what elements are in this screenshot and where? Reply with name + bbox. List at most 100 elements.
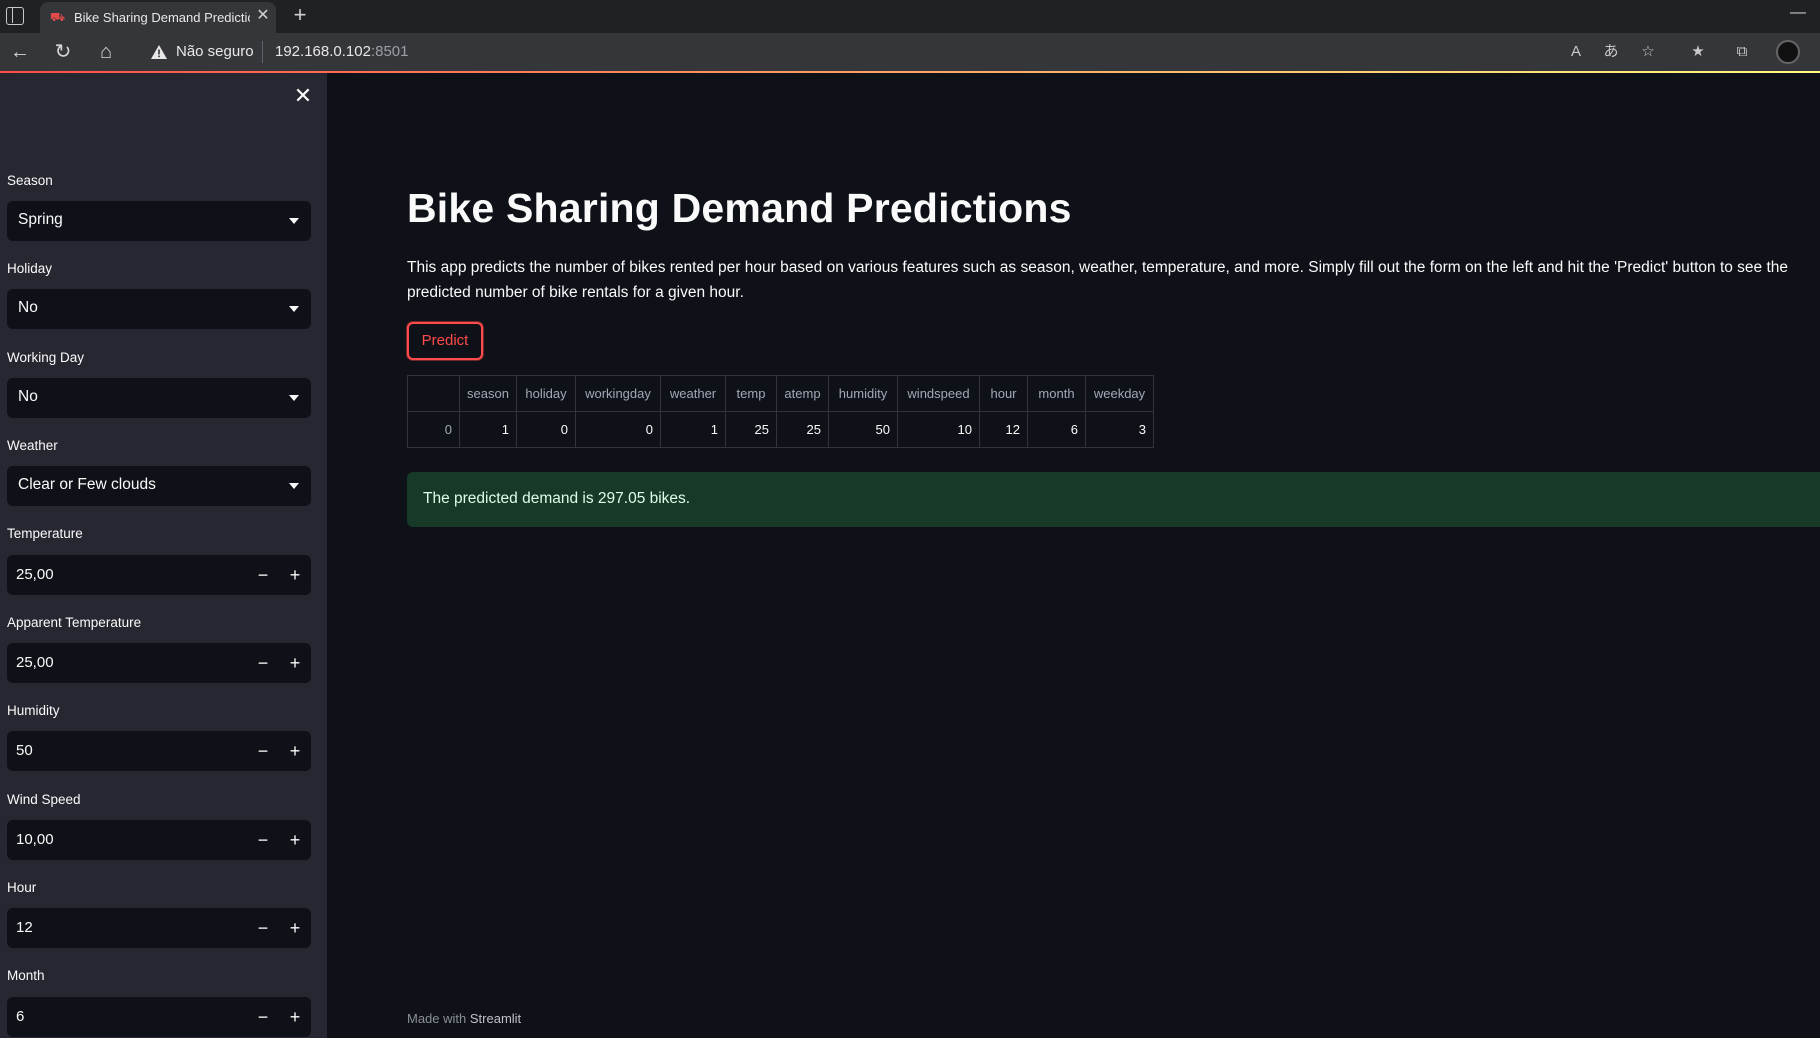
chevron-down-icon (289, 395, 299, 401)
page-title: Bike Sharing Demand Predictions (407, 185, 1072, 231)
month-input[interactable]: 6 − + (7, 997, 311, 1037)
column-header[interactable]: humidity (828, 375, 898, 412)
increment-icon[interactable]: + (279, 555, 311, 595)
address-bar: ← ↻ ⌂ Não seguro 192.168.0.102:8501 A あ … (0, 33, 1820, 71)
prediction-result-text: The predicted demand is 297.05 bikes. (423, 490, 691, 507)
increment-icon[interactable]: + (279, 820, 311, 860)
table-cell[interactable]: 6 (1027, 411, 1086, 448)
table-cell[interactable]: 0 (575, 411, 661, 448)
table-cell[interactable]: 3 (1085, 411, 1154, 448)
table-cell[interactable]: 1 (660, 411, 726, 448)
wind-speed-input[interactable]: 10,00 − + (7, 820, 311, 860)
table-cell[interactable]: 25 (725, 411, 777, 448)
table-cell[interactable]: 12 (979, 411, 1028, 448)
column-header[interactable]: hour (979, 375, 1028, 412)
humidity-value: 50 (16, 742, 33, 759)
weather-select[interactable]: Clear or Few clouds (7, 466, 311, 506)
predict-button[interactable]: Predict (407, 322, 483, 360)
table-cell[interactable]: 25 (776, 411, 829, 448)
home-icon[interactable]: ⌂ (92, 39, 120, 65)
browser-tab-bar: ⛟ Bike Sharing Demand Predictions ✕ + — (0, 0, 1820, 33)
decrement-icon[interactable]: − (247, 820, 279, 860)
column-header[interactable]: season (459, 375, 517, 412)
column-header[interactable] (407, 375, 460, 412)
back-icon[interactable]: ← (6, 39, 34, 65)
increment-icon[interactable]: + (279, 997, 311, 1037)
tab-actions-icon[interactable] (6, 7, 24, 25)
table-cell[interactable]: 0 (407, 411, 460, 448)
decrement-icon[interactable]: − (247, 908, 279, 948)
decrement-icon[interactable]: − (247, 997, 279, 1037)
table-cell[interactable]: 10 (897, 411, 980, 448)
column-header[interactable]: workingday (575, 375, 661, 412)
apparent-temperature-input[interactable]: 25,00 − + (7, 643, 311, 683)
increment-icon[interactable]: + (279, 731, 311, 771)
month-label: Month (7, 968, 45, 983)
url-port: :8501 (370, 43, 409, 60)
app-description: This app predicts the number of bikes re… (407, 259, 1789, 301)
chevron-down-icon (289, 483, 299, 489)
tab-close-icon[interactable]: ✕ (254, 7, 272, 25)
browser-tab[interactable]: ⛟ Bike Sharing Demand Predictions ✕ (40, 2, 276, 33)
temperature-input[interactable]: 25,00 − + (7, 555, 311, 595)
holiday-select[interactable]: No (7, 289, 311, 329)
collections-icon[interactable]: ⧉ (1731, 41, 1753, 63)
streamlit-favicon-icon: ⛟ (50, 10, 66, 24)
column-header[interactable]: weekday (1085, 375, 1154, 412)
chevron-down-icon (289, 218, 299, 224)
prediction-result-alert: The predicted demand is 297.05 bikes. (407, 472, 1820, 527)
security-status[interactable]: Não seguro (176, 43, 254, 60)
minimize-window-icon[interactable]: — (1788, 4, 1808, 24)
reload-icon[interactable]: ↻ (49, 39, 77, 65)
hour-label: Hour (7, 880, 37, 895)
increment-icon[interactable]: + (279, 908, 311, 948)
footer-prefix: Made with (407, 1011, 467, 1026)
season-select[interactable]: Spring (7, 201, 311, 241)
url-host: 192.168.0.102 (275, 43, 371, 60)
month-value: 6 (16, 1008, 25, 1025)
hour-input[interactable]: 12 − + (7, 908, 311, 948)
increment-icon[interactable]: + (279, 643, 311, 683)
workingday-value: No (18, 388, 38, 405)
wind-speed-label: Wind Speed (7, 792, 81, 807)
hour-value: 12 (16, 919, 33, 936)
add-favorite-icon[interactable]: ☆ (1637, 41, 1659, 63)
sidebar: ✕ Season Spring Holiday No Working Day N… (0, 73, 327, 1038)
close-sidebar-icon[interactable]: ✕ (292, 85, 314, 107)
translate-icon[interactable]: あ (1600, 41, 1622, 63)
input-dataframe[interactable]: season holiday workingday weather temp a… (407, 375, 1154, 448)
profile-avatar[interactable] (1776, 40, 1800, 64)
humidity-input[interactable]: 50 − + (7, 731, 311, 771)
holiday-label: Holiday (7, 261, 53, 276)
column-header[interactable]: temp (725, 375, 777, 412)
read-aloud-icon[interactable]: A (1565, 41, 1587, 63)
url-field[interactable]: 192.168.0.102:8501 (275, 43, 408, 60)
favorites-icon[interactable]: ★ (1687, 41, 1709, 63)
decrement-icon[interactable]: − (247, 555, 279, 595)
column-header[interactable]: weather (660, 375, 726, 412)
column-header[interactable]: windspeed (897, 375, 980, 412)
wind-speed-value: 10,00 (16, 831, 54, 848)
table-header-row: season holiday workingday weather temp a… (407, 375, 1154, 412)
decrement-icon[interactable]: − (247, 643, 279, 683)
table-cell[interactable]: 50 (828, 411, 898, 448)
main-content: Bike Sharing Demand Predictions This app… (327, 73, 1820, 1038)
season-value: Spring (18, 211, 63, 228)
weather-label: Weather (7, 438, 58, 453)
footer: Made with Streamlit (407, 1011, 521, 1026)
workingday-select[interactable]: No (7, 378, 311, 418)
decrement-icon[interactable]: − (247, 731, 279, 771)
table-cell[interactable]: 1 (459, 411, 517, 448)
column-header[interactable]: holiday (516, 375, 576, 412)
streamlit-link[interactable]: Streamlit (470, 1011, 521, 1026)
apparent-temperature-label: Apparent Temperature (7, 615, 142, 630)
column-header[interactable]: month (1027, 375, 1086, 412)
tab-title: Bike Sharing Demand Predictions (74, 10, 250, 25)
holiday-value: No (18, 299, 38, 316)
apparent-temperature-value: 25,00 (16, 654, 54, 671)
warning-icon[interactable] (150, 44, 168, 60)
column-header[interactable]: atemp (776, 375, 829, 412)
table-cell[interactable]: 0 (516, 411, 576, 448)
weather-value: Clear or Few clouds (18, 476, 156, 493)
new-tab-icon[interactable]: + (287, 2, 313, 28)
